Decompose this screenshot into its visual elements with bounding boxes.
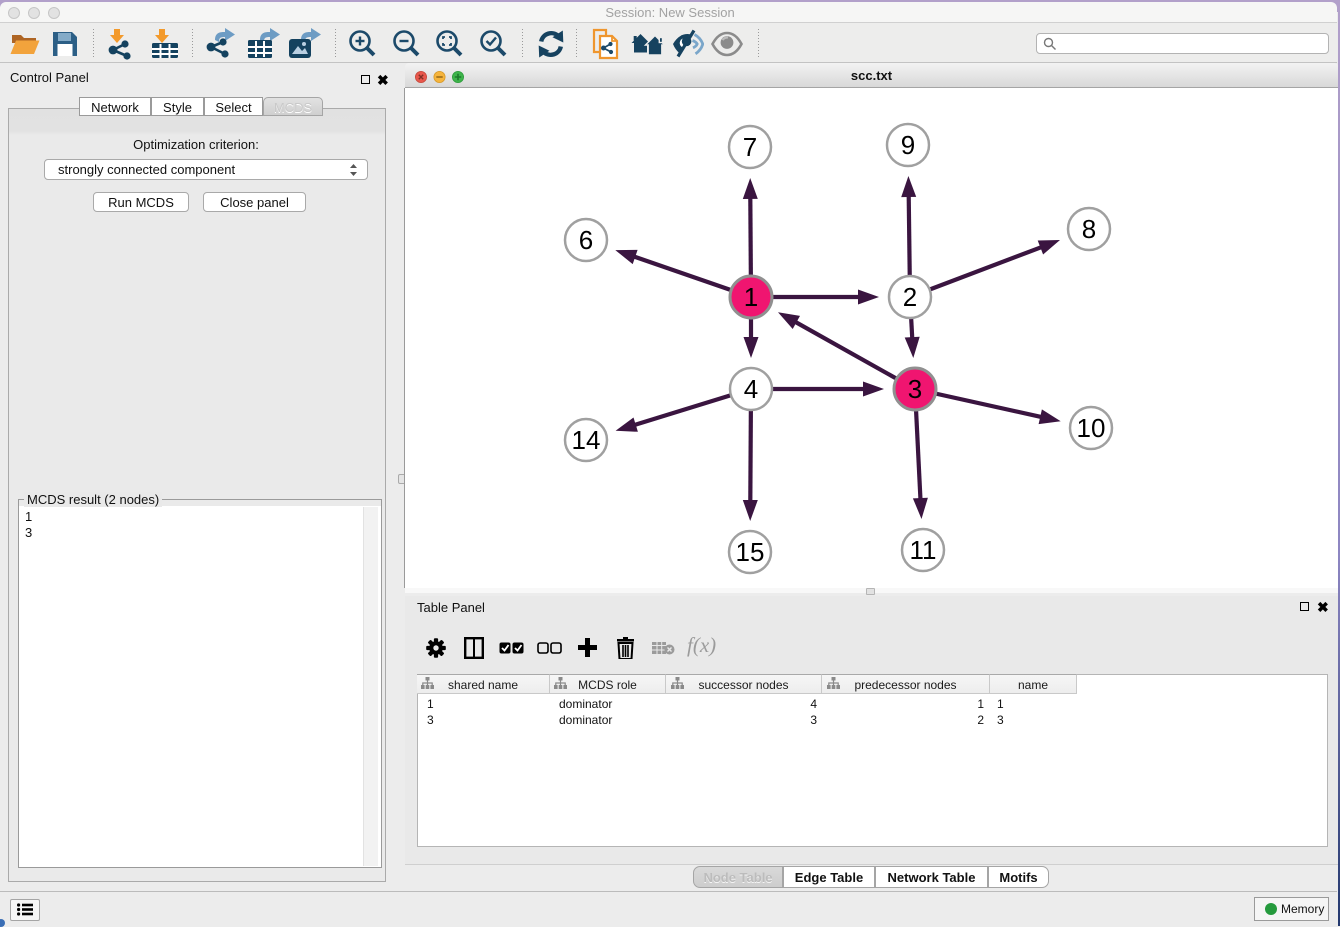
svg-text:3: 3 [908,374,922,404]
svg-text:11: 11 [910,535,937,565]
svg-text:15: 15 [736,537,765,567]
svg-text:9: 9 [901,130,915,160]
svg-text:7: 7 [743,132,757,162]
svg-text:10: 10 [1077,413,1106,443]
svg-text:8: 8 [1082,214,1096,244]
svg-text:1: 1 [744,282,758,312]
svg-text:6: 6 [579,225,593,255]
svg-text:4: 4 [744,374,758,404]
svg-text:14: 14 [572,425,601,455]
svg-text:2: 2 [903,282,917,312]
